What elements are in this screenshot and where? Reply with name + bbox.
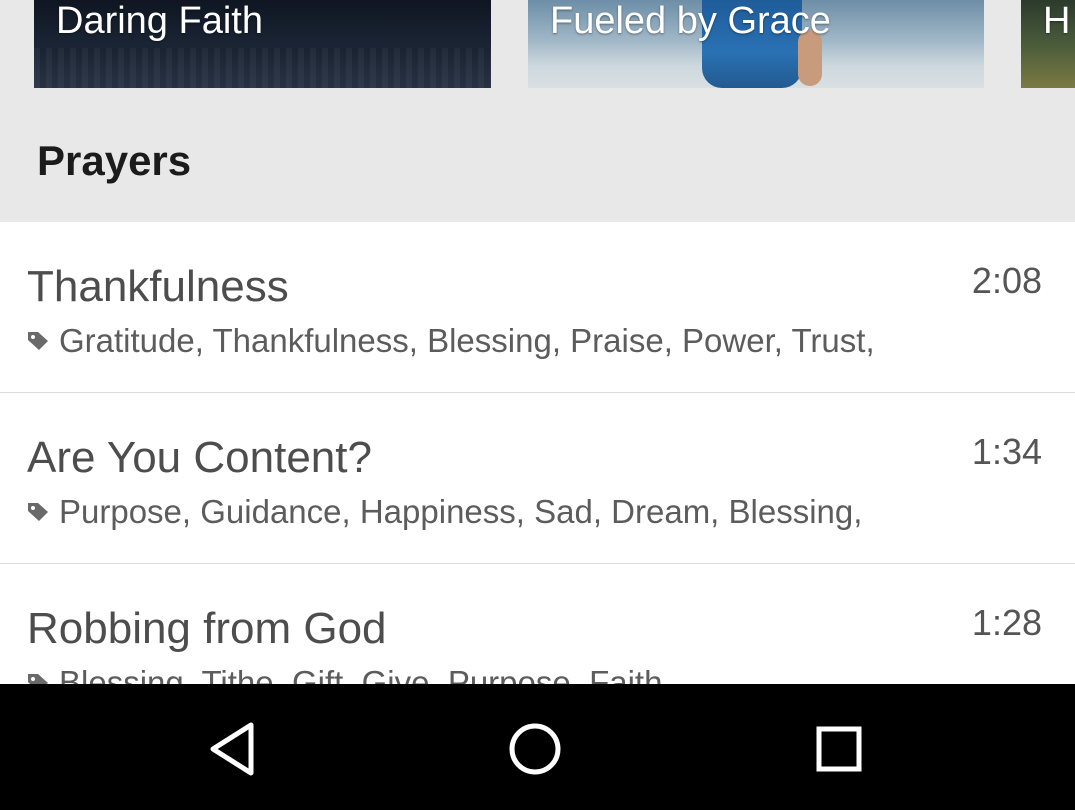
card-image [34,48,491,88]
featured-card-partial[interactable]: H [1021,0,1075,88]
prayer-tags: Blessing, Tithe, Gift, Give, Purpose, Fa… [27,664,957,684]
tags-text: Gratitude, Thankfulness, Blessing, Prais… [59,322,875,359]
prayer-tags: Gratitude, Thankfulness, Blessing, Prais… [27,322,957,360]
prayer-title: Robbing from God [27,604,387,653]
recents-icon[interactable] [807,717,871,781]
featured-strip: Daring Faith Fueled by Grace H Prayers [0,0,1075,222]
prayer-title: Are You Content? [27,433,372,482]
list-item[interactable]: Robbing from God 1:28 Blessing, Tithe, G… [0,564,1075,684]
prayer-title: Thankfulness [27,262,289,311]
prayer-duration: 1:34 [971,431,1042,472]
featured-card-fueled-by-grace[interactable]: Fueled by Grace [528,0,984,88]
list-item[interactable]: Thankfulness 2:08 Gratitude, Thankfulnes… [0,222,1075,394]
prayer-list: Thankfulness 2:08 Gratitude, Thankfulnes… [0,222,1075,684]
tag-icon [28,674,48,684]
prayer-duration: 1:28 [971,602,1042,643]
home-icon[interactable] [503,717,567,781]
section-title: Prayers [37,137,192,184]
tag-icon [28,503,48,521]
tags-text: Blessing, Tithe, Gift, Give, Purpose, Fa… [59,664,672,684]
featured-card-daring-faith[interactable]: Daring Faith [34,0,491,88]
featured-card-title: Fueled by Grace [550,0,831,42]
list-item[interactable]: Are You Content? 1:34 Purpose, Guidance,… [0,393,1075,565]
prayer-duration: 2:08 [971,260,1042,301]
tags-text: Purpose, Guidance, Happiness, Sad, Dream… [59,493,863,530]
tag-icon [28,332,48,350]
prayer-tags: Purpose, Guidance, Happiness, Sad, Dream… [27,493,957,531]
featured-card-title: Daring Faith [56,0,263,42]
system-navigation-bar [0,684,1075,810]
back-icon[interactable] [203,717,267,781]
featured-card-title: H [1043,0,1071,42]
